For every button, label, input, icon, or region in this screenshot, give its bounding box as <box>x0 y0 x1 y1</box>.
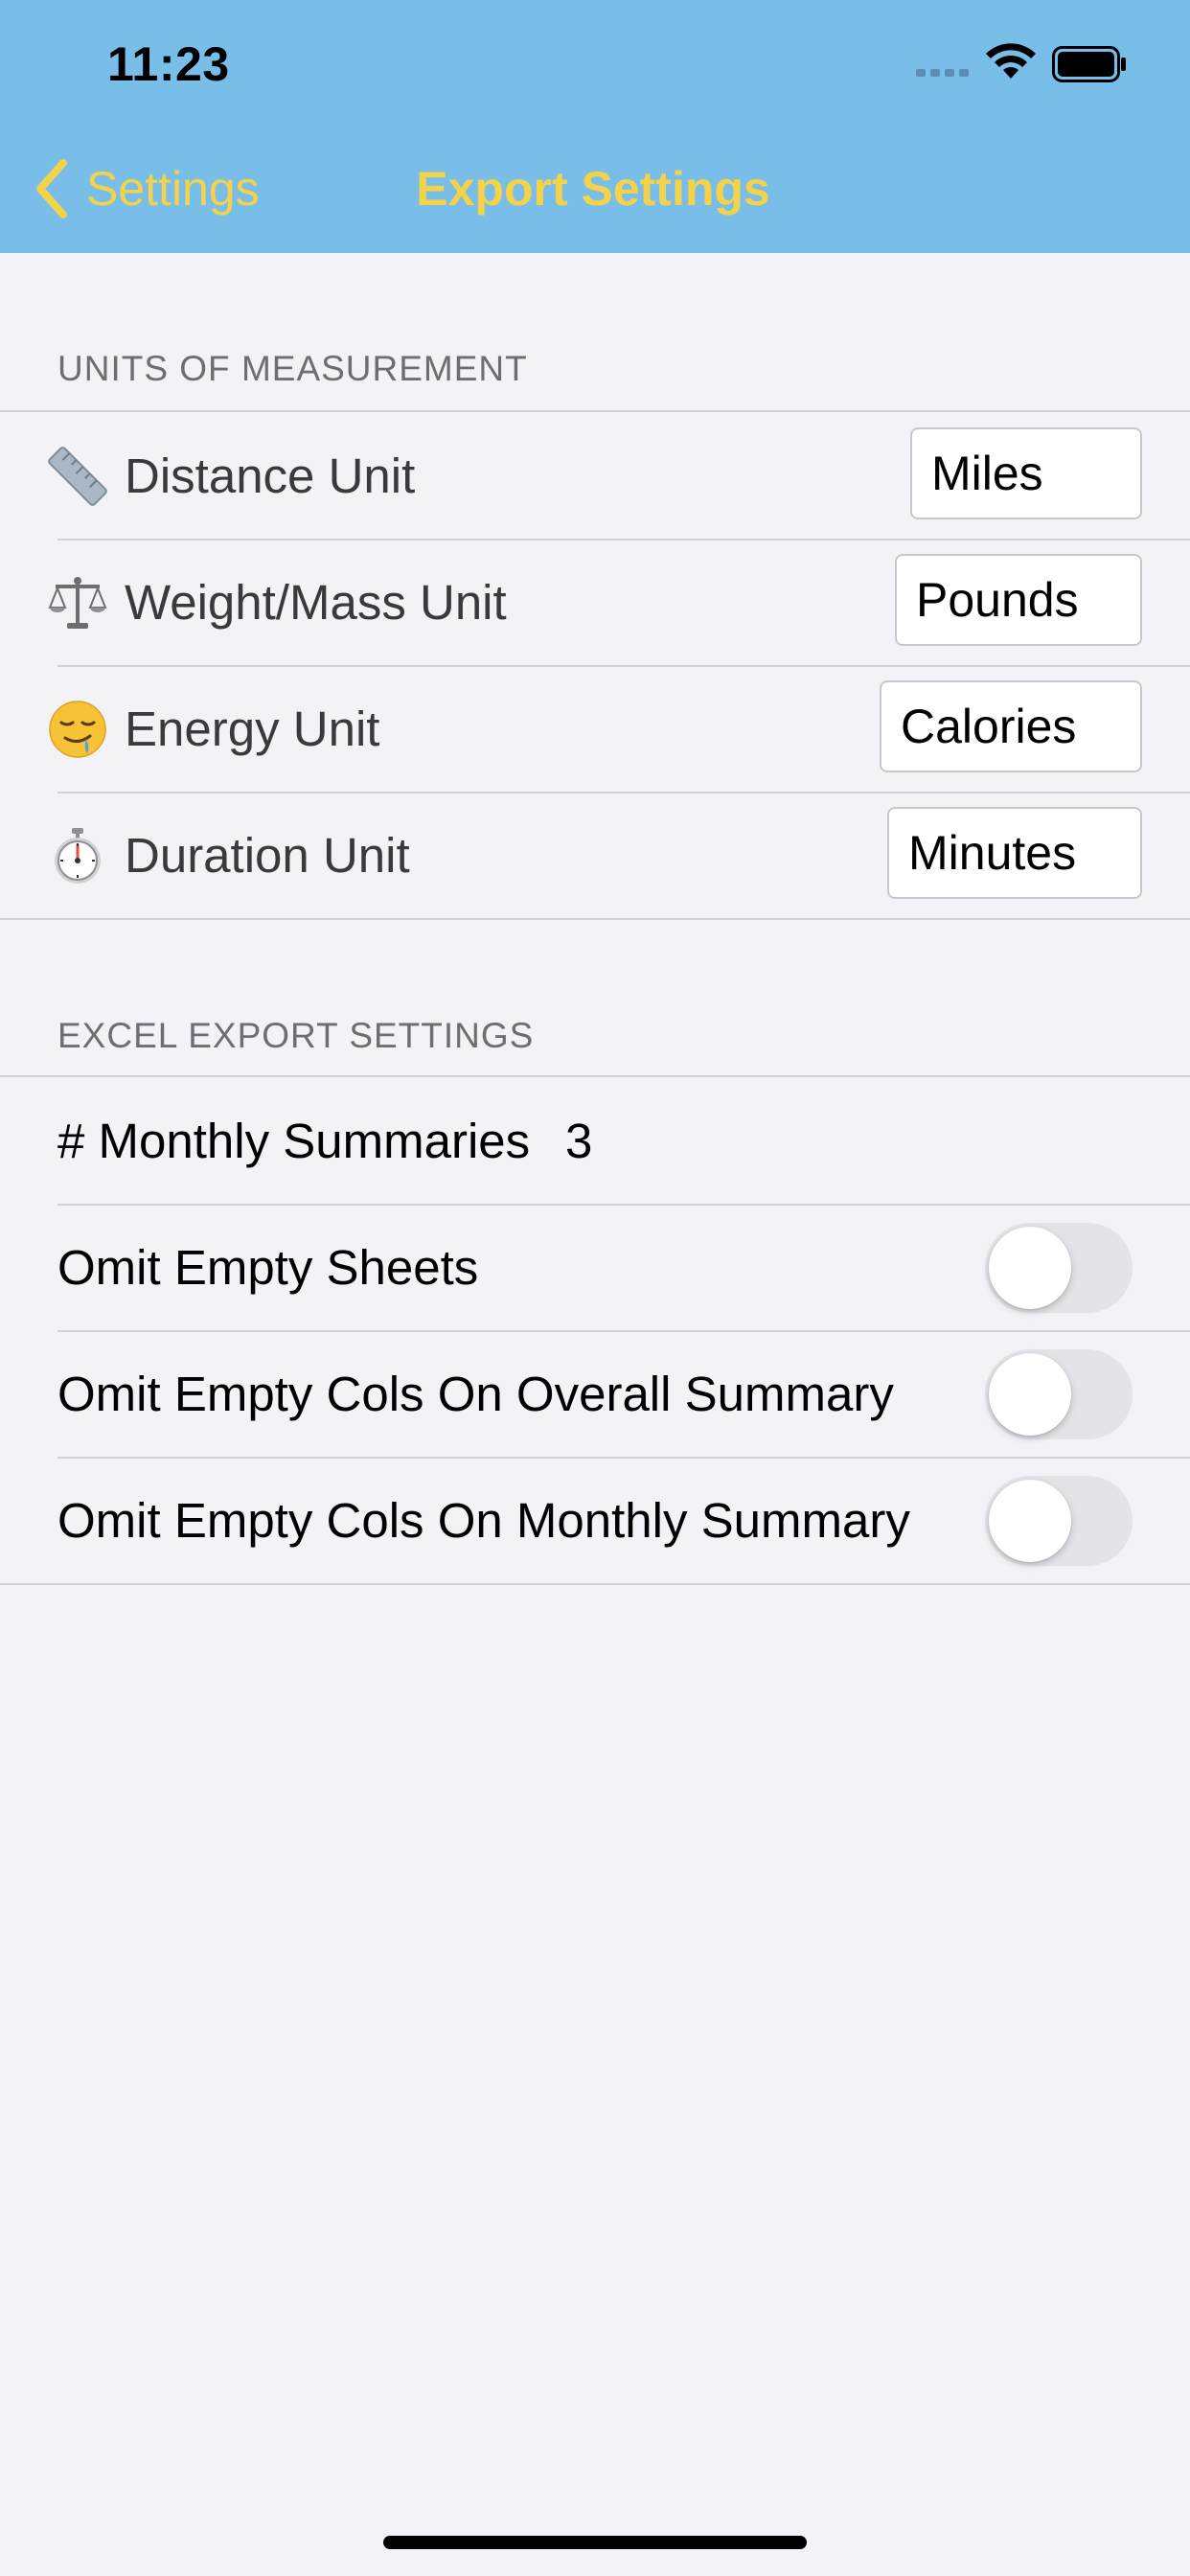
monthly-summaries-row[interactable]: # Monthly Summaries 3 <box>0 1077 1190 1204</box>
omit-empty-cols-monthly-row: Omit Empty Cols On Monthly Summary <box>0 1457 1190 1583</box>
weight-unit-field[interactable]: Pounds <box>895 554 1142 646</box>
ruler-icon <box>48 447 107 506</box>
omit-empty-cols-monthly-label: Omit Empty Cols On Monthly Summary <box>57 1492 910 1548</box>
omit-empty-sheets-row: Omit Empty Sheets <box>0 1204 1190 1330</box>
page-title-text: Export Settings <box>416 162 770 216</box>
distance-unit-row: Distance Unit Miles <box>0 412 1190 539</box>
distance-unit-field[interactable]: Miles <box>910 427 1142 519</box>
omit-empty-cols-overall-label: Omit Empty Cols On Overall Summary <box>57 1366 894 1421</box>
omit-empty-cols-monthly-toggle[interactable] <box>985 1476 1133 1566</box>
toggle-knob <box>989 1480 1071 1562</box>
omit-empty-sheets-label: Omit Empty Sheets <box>57 1239 479 1295</box>
status-time: 11:23 <box>107 37 230 91</box>
duration-unit-field[interactable]: Minutes <box>887 807 1142 899</box>
distance-unit-label: Distance Unit <box>125 448 416 503</box>
stopwatch-icon <box>55 828 101 884</box>
energy-unit-field[interactable]: Calories <box>880 680 1142 772</box>
weight-unit-label: Weight/Mass Unit <box>125 574 507 630</box>
excel-section-header: EXCEL EXPORT SETTINGS <box>57 1016 535 1055</box>
drooling-face-icon <box>49 701 106 758</box>
scales-icon <box>48 577 107 629</box>
omit-empty-cols-overall-toggle[interactable] <box>985 1349 1133 1439</box>
cellular-signal-icon <box>916 69 969 77</box>
toggle-knob <box>989 1227 1071 1309</box>
duration-unit-row: Duration Unit Minutes <box>0 792 1190 918</box>
excel-group: # Monthly Summaries 3 Omit Empty Sheets … <box>0 1075 1190 1585</box>
battery-icon <box>1052 46 1126 82</box>
energy-unit-row: Energy Unit Calories <box>0 665 1190 792</box>
units-section-header: UNITS OF MEASUREMENT <box>57 349 528 388</box>
navigation-bar: 11:23 Settings Export Settings <box>0 0 1190 253</box>
energy-unit-label: Energy Unit <box>125 701 380 756</box>
monthly-summaries-label: # Monthly Summaries <box>57 1113 531 1168</box>
duration-unit-label: Duration Unit <box>125 827 410 883</box>
omit-empty-sheets-toggle[interactable] <box>985 1223 1133 1313</box>
omit-empty-cols-overall-row: Omit Empty Cols On Overall Summary <box>0 1330 1190 1457</box>
wifi-icon <box>986 43 1036 79</box>
units-group: Distance Unit Miles Weight/Mass Unit Pou… <box>0 410 1190 920</box>
monthly-summaries-value[interactable]: 3 <box>565 1113 592 1169</box>
weight-unit-row: Weight/Mass Unit Pounds <box>0 539 1190 665</box>
page-title: Export Settings <box>0 157 1190 220</box>
home-indicator[interactable] <box>383 2536 807 2549</box>
toggle-knob <box>989 1353 1071 1436</box>
